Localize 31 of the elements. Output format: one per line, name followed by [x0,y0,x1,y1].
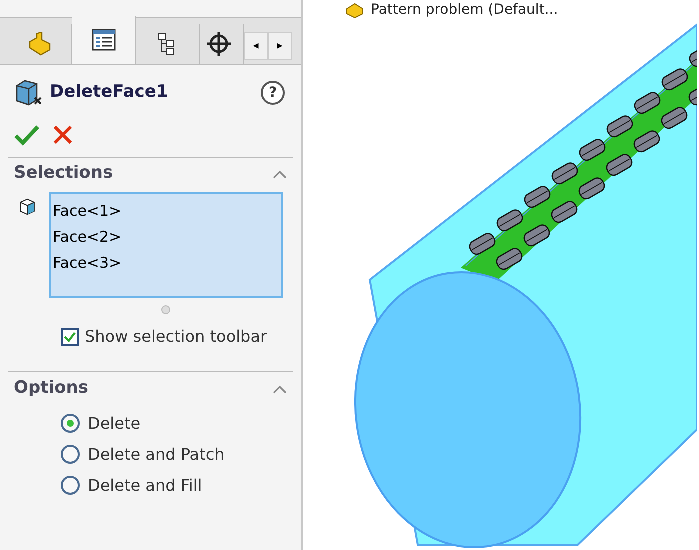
radio-label: Delete and Patch [88,444,225,466]
part-icon [26,32,52,56]
tab-scroll-button[interactable]: ▸ [268,32,292,60]
radio-button[interactable] [61,414,80,433]
tab-scroll-button[interactable]: ◂ [244,32,268,60]
radio-button[interactable] [61,445,80,464]
selection-list-box[interactable]: Face<1> Face<2> Face<3> [49,192,283,298]
selection-item[interactable]: Face<2> [53,224,279,250]
feature-title: DeleteFace1 [50,81,168,104]
collapse-icon[interactable] [273,384,287,394]
radio-button[interactable] [61,476,80,495]
delete-face-icon [14,79,44,107]
cancel-x-icon[interactable] [52,124,74,146]
radio-label: Delete [88,412,141,434]
checkbox-label: Show selection toolbar [85,326,268,348]
checkmark-icon [64,331,76,343]
resize-handle-icon[interactable] [161,305,171,315]
radio-label: Delete and Fill [88,474,202,496]
panel-tab[interactable] [72,16,136,64]
selection-item[interactable]: Face<1> [53,198,279,224]
selection-item[interactable]: Face<3> [53,250,279,276]
list-icon [90,28,116,52]
checkbox[interactable] [61,328,79,346]
part-icon [345,1,365,19]
section-heading: Selections [14,162,114,186]
feature-tree-label: Pattern problem (Default... [371,0,558,20]
help-button[interactable]: ? [261,81,285,105]
section-heading: Options [14,377,88,400]
crosshair-icon [206,32,232,56]
collapse-icon[interactable] [273,170,287,178]
confirm-check-icon[interactable] [14,124,40,146]
